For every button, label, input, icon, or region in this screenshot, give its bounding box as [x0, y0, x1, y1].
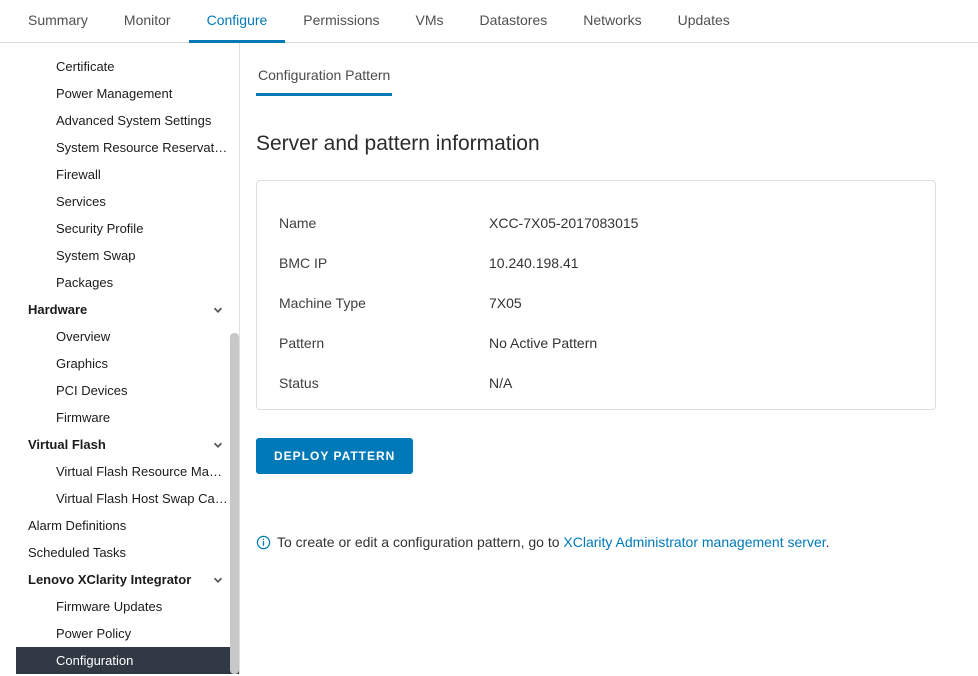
sidebar-item-firmware-updates[interactable]: Firmware Updates	[16, 593, 239, 620]
value-pattern: No Active Pattern	[489, 335, 597, 351]
label-bmc-ip: BMC IP	[279, 255, 489, 271]
content-area: Configuration Pattern Server and pattern…	[240, 43, 978, 674]
info-icon	[256, 535, 271, 550]
scrollbar-thumb[interactable]	[230, 333, 239, 674]
label-status: Status	[279, 375, 489, 391]
row-status: Status N/A	[279, 363, 913, 403]
sidebar-item-scheduled-tasks-label: Scheduled Tasks	[28, 545, 126, 560]
sidebar-item-packages[interactable]: Packages	[16, 269, 239, 296]
chevron-down-icon	[211, 438, 225, 452]
value-name: XCC-7X05-2017083015	[489, 215, 638, 231]
sidebar-item-configuration[interactable]: Configuration	[16, 647, 239, 674]
row-machine-type: Machine Type 7X05	[279, 283, 913, 323]
tab-monitor[interactable]: Monitor	[106, 0, 189, 43]
server-info-card: Name XCC-7X05-2017083015 BMC IP 10.240.1…	[256, 180, 936, 410]
deploy-pattern-button[interactable]: DEPLOY PATTERN	[256, 438, 413, 474]
value-bmc-ip: 10.240.198.41	[489, 255, 579, 271]
sidebar-item-vflash-host-swap-cache[interactable]: Virtual Flash Host Swap Ca…	[16, 485, 239, 512]
content-tab-configuration-pattern[interactable]: Configuration Pattern	[256, 57, 392, 96]
sidebar-item-system-swap[interactable]: System Swap	[16, 242, 239, 269]
sidebar-item-security-profile[interactable]: Security Profile	[16, 215, 239, 242]
tab-permissions[interactable]: Permissions	[285, 0, 397, 43]
value-status: N/A	[489, 375, 512, 391]
tab-configure[interactable]: Configure	[189, 0, 286, 43]
sidebar-heading-lxci[interactable]: Lenovo XClarity Integrator	[16, 566, 239, 593]
tab-networks[interactable]: Networks	[565, 0, 659, 43]
sidebar-item-firmware[interactable]: Firmware	[16, 404, 239, 431]
sidebar-item-alarm-definitions-label: Alarm Definitions	[28, 518, 126, 533]
label-pattern: Pattern	[279, 335, 489, 351]
label-name: Name	[279, 215, 489, 231]
tab-vms[interactable]: VMs	[398, 0, 462, 43]
sidebar-item-overview[interactable]: Overview	[16, 323, 239, 350]
sidebar-item-scheduled-tasks[interactable]: Scheduled Tasks	[16, 539, 239, 566]
hint-text: To create or edit a configuration patter…	[256, 534, 942, 550]
row-name: Name XCC-7X05-2017083015	[279, 203, 913, 243]
sidebar-item-alarm-definitions[interactable]: Alarm Definitions	[16, 512, 239, 539]
sidebar-heading-hardware[interactable]: Hardware	[16, 296, 239, 323]
sidebar-item-graphics[interactable]: Graphics	[16, 350, 239, 377]
label-machine-type: Machine Type	[279, 295, 489, 311]
sidebar-item-services[interactable]: Services	[16, 188, 239, 215]
chevron-down-icon	[211, 573, 225, 587]
content-tabs: Configuration Pattern	[256, 57, 978, 96]
page-title: Server and pattern information	[256, 132, 942, 156]
sidebar: Certificate Power Management Advanced Sy…	[0, 43, 240, 674]
sidebar-item-advanced-system-settings[interactable]: Advanced System Settings	[16, 107, 239, 134]
hint-prefix: To create or edit a configuration patter…	[277, 534, 563, 550]
sidebar-item-vflash-resource-management[interactable]: Virtual Flash Resource Man…	[16, 458, 239, 485]
tab-datastores[interactable]: Datastores	[462, 0, 566, 43]
value-machine-type: 7X05	[489, 295, 522, 311]
hint-link[interactable]: XClarity Administrator management server	[563, 534, 825, 550]
chevron-down-icon	[211, 303, 225, 317]
top-tabs: Summary Monitor Configure Permissions VM…	[0, 0, 978, 43]
sidebar-item-power-management[interactable]: Power Management	[16, 80, 239, 107]
sidebar-heading-lxci-label: Lenovo XClarity Integrator	[28, 572, 191, 587]
sidebar-item-certificate[interactable]: Certificate	[16, 53, 239, 80]
hint-suffix: .	[826, 534, 830, 550]
sidebar-heading-hardware-label: Hardware	[28, 302, 87, 317]
sidebar-item-power-policy[interactable]: Power Policy	[16, 620, 239, 647]
row-bmc-ip: BMC IP 10.240.198.41	[279, 243, 913, 283]
sidebar-item-pci-devices[interactable]: PCI Devices	[16, 377, 239, 404]
row-pattern: Pattern No Active Pattern	[279, 323, 913, 363]
sidebar-item-system-resource-reservation[interactable]: System Resource Reservati…	[16, 134, 239, 161]
sidebar-item-firewall[interactable]: Firewall	[16, 161, 239, 188]
sidebar-heading-virtual-flash-label: Virtual Flash	[28, 437, 106, 452]
tab-updates[interactable]: Updates	[660, 0, 748, 43]
tab-summary[interactable]: Summary	[10, 0, 106, 43]
sidebar-heading-virtual-flash[interactable]: Virtual Flash	[16, 431, 239, 458]
